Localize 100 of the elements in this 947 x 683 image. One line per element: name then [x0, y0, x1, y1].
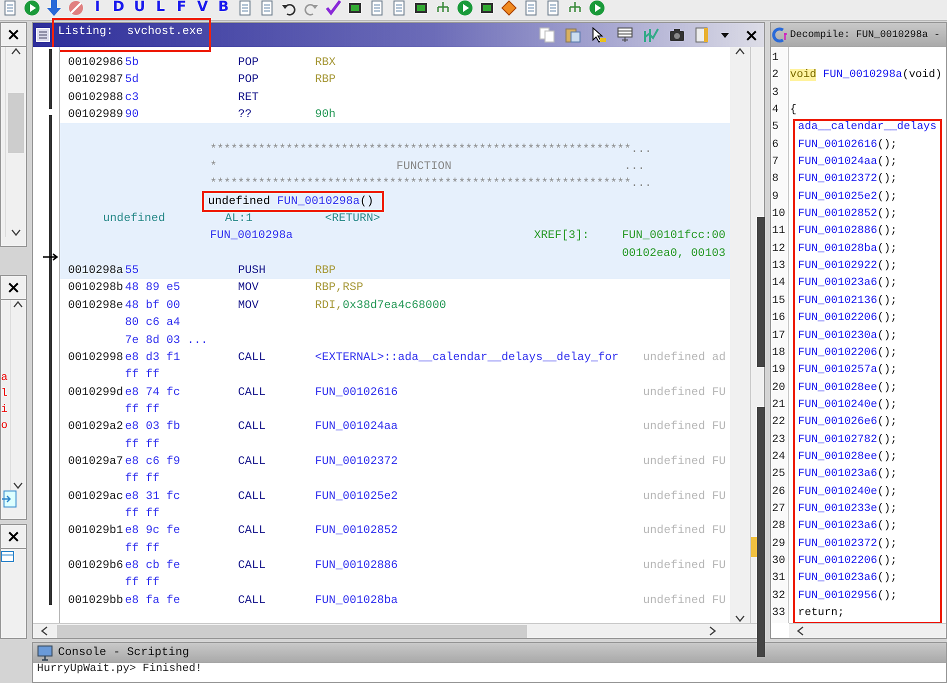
line-number: 9 — [771, 190, 780, 205]
code-token: (); — [877, 364, 898, 376]
code-token: FUN_001025e2 — [798, 190, 878, 203]
code-token: (); — [877, 520, 898, 532]
operand-link[interactable]: FUN_00102616 — [315, 386, 398, 399]
code-token: FUN_00102616 — [798, 138, 878, 151]
instruction-bytes: e8 fa fe — [125, 592, 182, 609]
code-token: FUN_0010233e — [798, 502, 878, 515]
mnemonic: MOV — [238, 280, 260, 296]
caret-icon[interactable] — [721, 32, 729, 38]
code-token: FUN_00102852 — [798, 208, 878, 220]
operand-link[interactable]: FUN_00102372 — [315, 454, 398, 468]
line-number: 19 — [771, 363, 786, 378]
code-token: FUN_001026e6 — [798, 416, 878, 428]
play-icon[interactable] — [589, 0, 605, 16]
toolbar-letter-button[interactable]: V — [195, 0, 210, 14]
scrollbar-thumb[interactable] — [57, 624, 527, 638]
document-icon[interactable] — [237, 0, 253, 16]
window-icon[interactable] — [1, 549, 15, 563]
mnemonic: ?? — [238, 107, 253, 124]
comment: undefined FU — [643, 384, 726, 401]
code-token: FUN_0010257a — [798, 364, 878, 376]
panel-icon[interactable] — [695, 27, 711, 43]
mnemonic: CALL — [238, 558, 267, 574]
mnemonic: RET — [238, 90, 260, 106]
toolbar-letter-button[interactable]: U — [132, 0, 147, 14]
code-token: (); — [877, 502, 898, 515]
scrollbar-thumb[interactable] — [8, 93, 24, 153]
line-number: 22 — [771, 415, 786, 430]
line-number: 17 — [771, 328, 786, 344]
operand-link[interactable]: <EXTERNAL>::ada__calendar__delays__delay_for — [315, 350, 619, 364]
code-token: return; — [798, 607, 844, 619]
document-icon[interactable] — [523, 0, 539, 16]
toolbar-letter-button[interactable]: B — [216, 0, 231, 14]
operand-link[interactable]: FUN_001028ba — [315, 594, 398, 607]
stop-icon[interactable] — [68, 0, 84, 16]
operand-link[interactable]: FUN_00102852 — [315, 524, 398, 538]
line-number: 10 — [771, 207, 786, 222]
play-icon[interactable] — [457, 0, 473, 16]
code-token: (); — [877, 572, 898, 584]
scroll-down-icon[interactable] — [10, 229, 20, 237]
operand-link[interactable]: FUN_001024aa — [315, 420, 398, 434]
chip-icon[interactable] — [413, 0, 429, 16]
document-icon[interactable] — [545, 0, 561, 16]
code-token: FUN_00102136 — [798, 294, 878, 307]
comment: undefined FU — [643, 454, 726, 470]
scroll-down-icon[interactable] — [735, 615, 745, 623]
listing-icon — [36, 28, 50, 42]
instruction-bytes: ff ff — [125, 367, 160, 384]
diamond-icon[interactable] — [501, 0, 517, 16]
paste-icon[interactable] — [565, 27, 581, 43]
toolbar-letter-button[interactable]: D — [111, 0, 126, 14]
code-token: FUN_00102922 — [798, 260, 878, 272]
code-token: FUN_0010298a — [823, 69, 902, 82]
code-token: FUN_00102206 — [798, 554, 878, 567]
code-token: (); — [877, 346, 898, 359]
address: 001029a7 — [68, 454, 124, 470]
document-icon[interactable] — [259, 0, 275, 16]
xref-label: XREF[3]: — [534, 228, 590, 244]
code-token: (); — [877, 156, 898, 168]
operand-link[interactable]: FUN_001025e2 — [315, 490, 398, 503]
close-button[interactable]: × — [739, 24, 764, 46]
code-token: FUN_00102372 — [798, 538, 878, 550]
code-token: (); — [877, 190, 898, 203]
address: 0010298b — [68, 280, 124, 296]
code-token: FUN_00102206 — [798, 346, 878, 359]
scroll-up-icon[interactable] — [12, 300, 22, 308]
code-token: FUN_001024aa — [798, 156, 878, 168]
document-icon[interactable] — [2, 0, 18, 16]
instruction-bytes: e8 c6 f9 — [125, 454, 182, 470]
document-icon[interactable] — [1, 490, 19, 508]
text-fragment: o — [1, 419, 9, 434]
table-icon[interactable] — [617, 27, 633, 43]
scroll-down-icon[interactable] — [12, 482, 22, 490]
highlighted-keyword: void — [790, 69, 816, 82]
return-type: undefined — [102, 211, 166, 228]
camera-icon[interactable] — [669, 27, 685, 43]
address: 001029ac — [68, 488, 124, 505]
document-icon[interactable] — [369, 0, 385, 16]
instruction-bytes: ff ff — [125, 436, 160, 453]
chip-icon[interactable] — [347, 0, 363, 16]
copy-icon[interactable] — [539, 27, 555, 43]
toolbar-letter-button[interactable]: L — [153, 0, 168, 14]
document-icon[interactable] — [391, 0, 407, 16]
address: 0010298e — [68, 298, 124, 314]
code-token: FUN_00102782 — [798, 434, 878, 446]
arrow-down-icon[interactable] — [46, 0, 62, 16]
operand-link[interactable]: FUN_00102886 — [315, 558, 398, 572]
code-token: (); — [877, 450, 898, 463]
scroll-up-icon[interactable] — [10, 47, 20, 55]
toolbar-letter-button[interactable]: F — [174, 0, 189, 14]
cursor-icon[interactable] — [591, 27, 607, 43]
scroll-up-icon[interactable] — [735, 47, 745, 55]
check-icon[interactable] — [325, 0, 341, 16]
line-number: 5 — [771, 120, 780, 136]
chip-icon[interactable] — [479, 0, 495, 16]
toolbar-letter-button[interactable]: I — [90, 0, 105, 14]
operand: RBX — [315, 56, 336, 69]
line-number: 3 — [771, 86, 780, 101]
play-icon[interactable] — [24, 0, 40, 16]
